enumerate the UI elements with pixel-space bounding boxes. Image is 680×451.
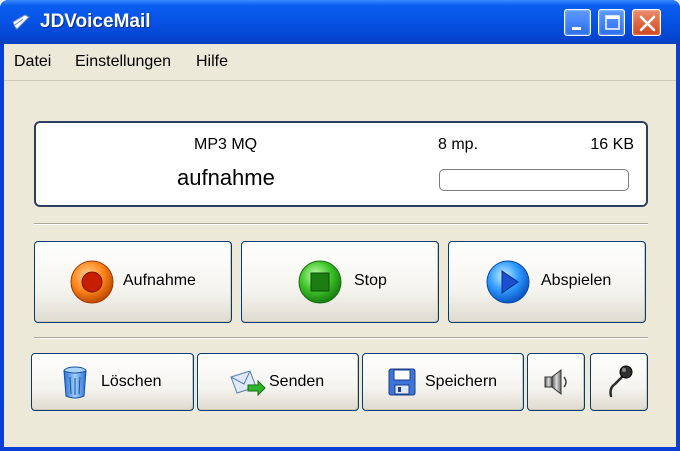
- filename-label: aufnahme: [177, 165, 275, 190]
- menu-datei[interactable]: Datei: [14, 53, 51, 71]
- delete-button[interactable]: Löschen: [31, 353, 194, 411]
- minimize-button[interactable]: [564, 9, 591, 36]
- menu-einstellungen[interactable]: Einstellungen: [75, 53, 171, 71]
- play-button[interactable]: Abspielen: [448, 241, 646, 323]
- maximize-icon: [605, 15, 620, 30]
- client-area: Datei Einstellungen Hilfe MP3 MQ aufnahm…: [4, 44, 676, 447]
- title-bar[interactable]: JDVoiceMail: [0, 0, 680, 44]
- status-panel: MP3 MQ aufnahme 8 mp. 16 KB: [34, 121, 648, 207]
- microphone-button[interactable]: [590, 353, 648, 411]
- record-label: Aufnahme: [123, 272, 196, 289]
- delete-label: Löschen: [101, 373, 162, 390]
- duration-label: 8 mp.: [438, 136, 479, 153]
- recording-progress-bar: [439, 169, 629, 191]
- app-window: JDVoiceMail Datei Einstellungen Hilfe MP…: [0, 0, 680, 451]
- send-label: Senden: [269, 373, 325, 390]
- window-title: JDVoiceMail: [40, 11, 151, 32]
- app-icon: [12, 14, 30, 30]
- stop-button[interactable]: Stop: [241, 241, 439, 323]
- speaker-button[interactable]: [527, 353, 585, 411]
- record-button[interactable]: Aufnahme: [34, 241, 232, 323]
- trash-icon: [63, 366, 87, 399]
- format-label: MP3 MQ: [194, 136, 258, 153]
- separator-top: [34, 223, 648, 225]
- save-label: Speichern: [425, 373, 498, 390]
- play-label: Abspielen: [541, 272, 612, 289]
- menu-hilfe[interactable]: Hilfe: [196, 53, 228, 71]
- close-icon: [639, 15, 656, 32]
- menu-bar: Datei Einstellungen Hilfe: [4, 44, 676, 81]
- minimize-icon: [572, 27, 581, 30]
- play-icon: [486, 260, 530, 304]
- record-icon: [70, 260, 114, 304]
- close-button[interactable]: [632, 9, 661, 36]
- save-button[interactable]: Speichern: [362, 353, 524, 411]
- main-content: MP3 MQ aufnahme 8 mp. 16 KB Aufnahme Sto…: [4, 81, 676, 447]
- send-button[interactable]: Senden: [197, 353, 359, 411]
- maximize-button[interactable]: [598, 9, 625, 36]
- stop-label: Stop: [354, 272, 387, 289]
- speaker-icon: [544, 368, 567, 396]
- microphone-icon: [609, 365, 633, 398]
- stop-icon: [298, 260, 342, 304]
- floppy-disk-icon: [388, 368, 416, 396]
- size-label: 16 KB: [590, 136, 634, 153]
- envelope-send-icon: [230, 370, 266, 397]
- separator-bottom: [34, 337, 648, 339]
